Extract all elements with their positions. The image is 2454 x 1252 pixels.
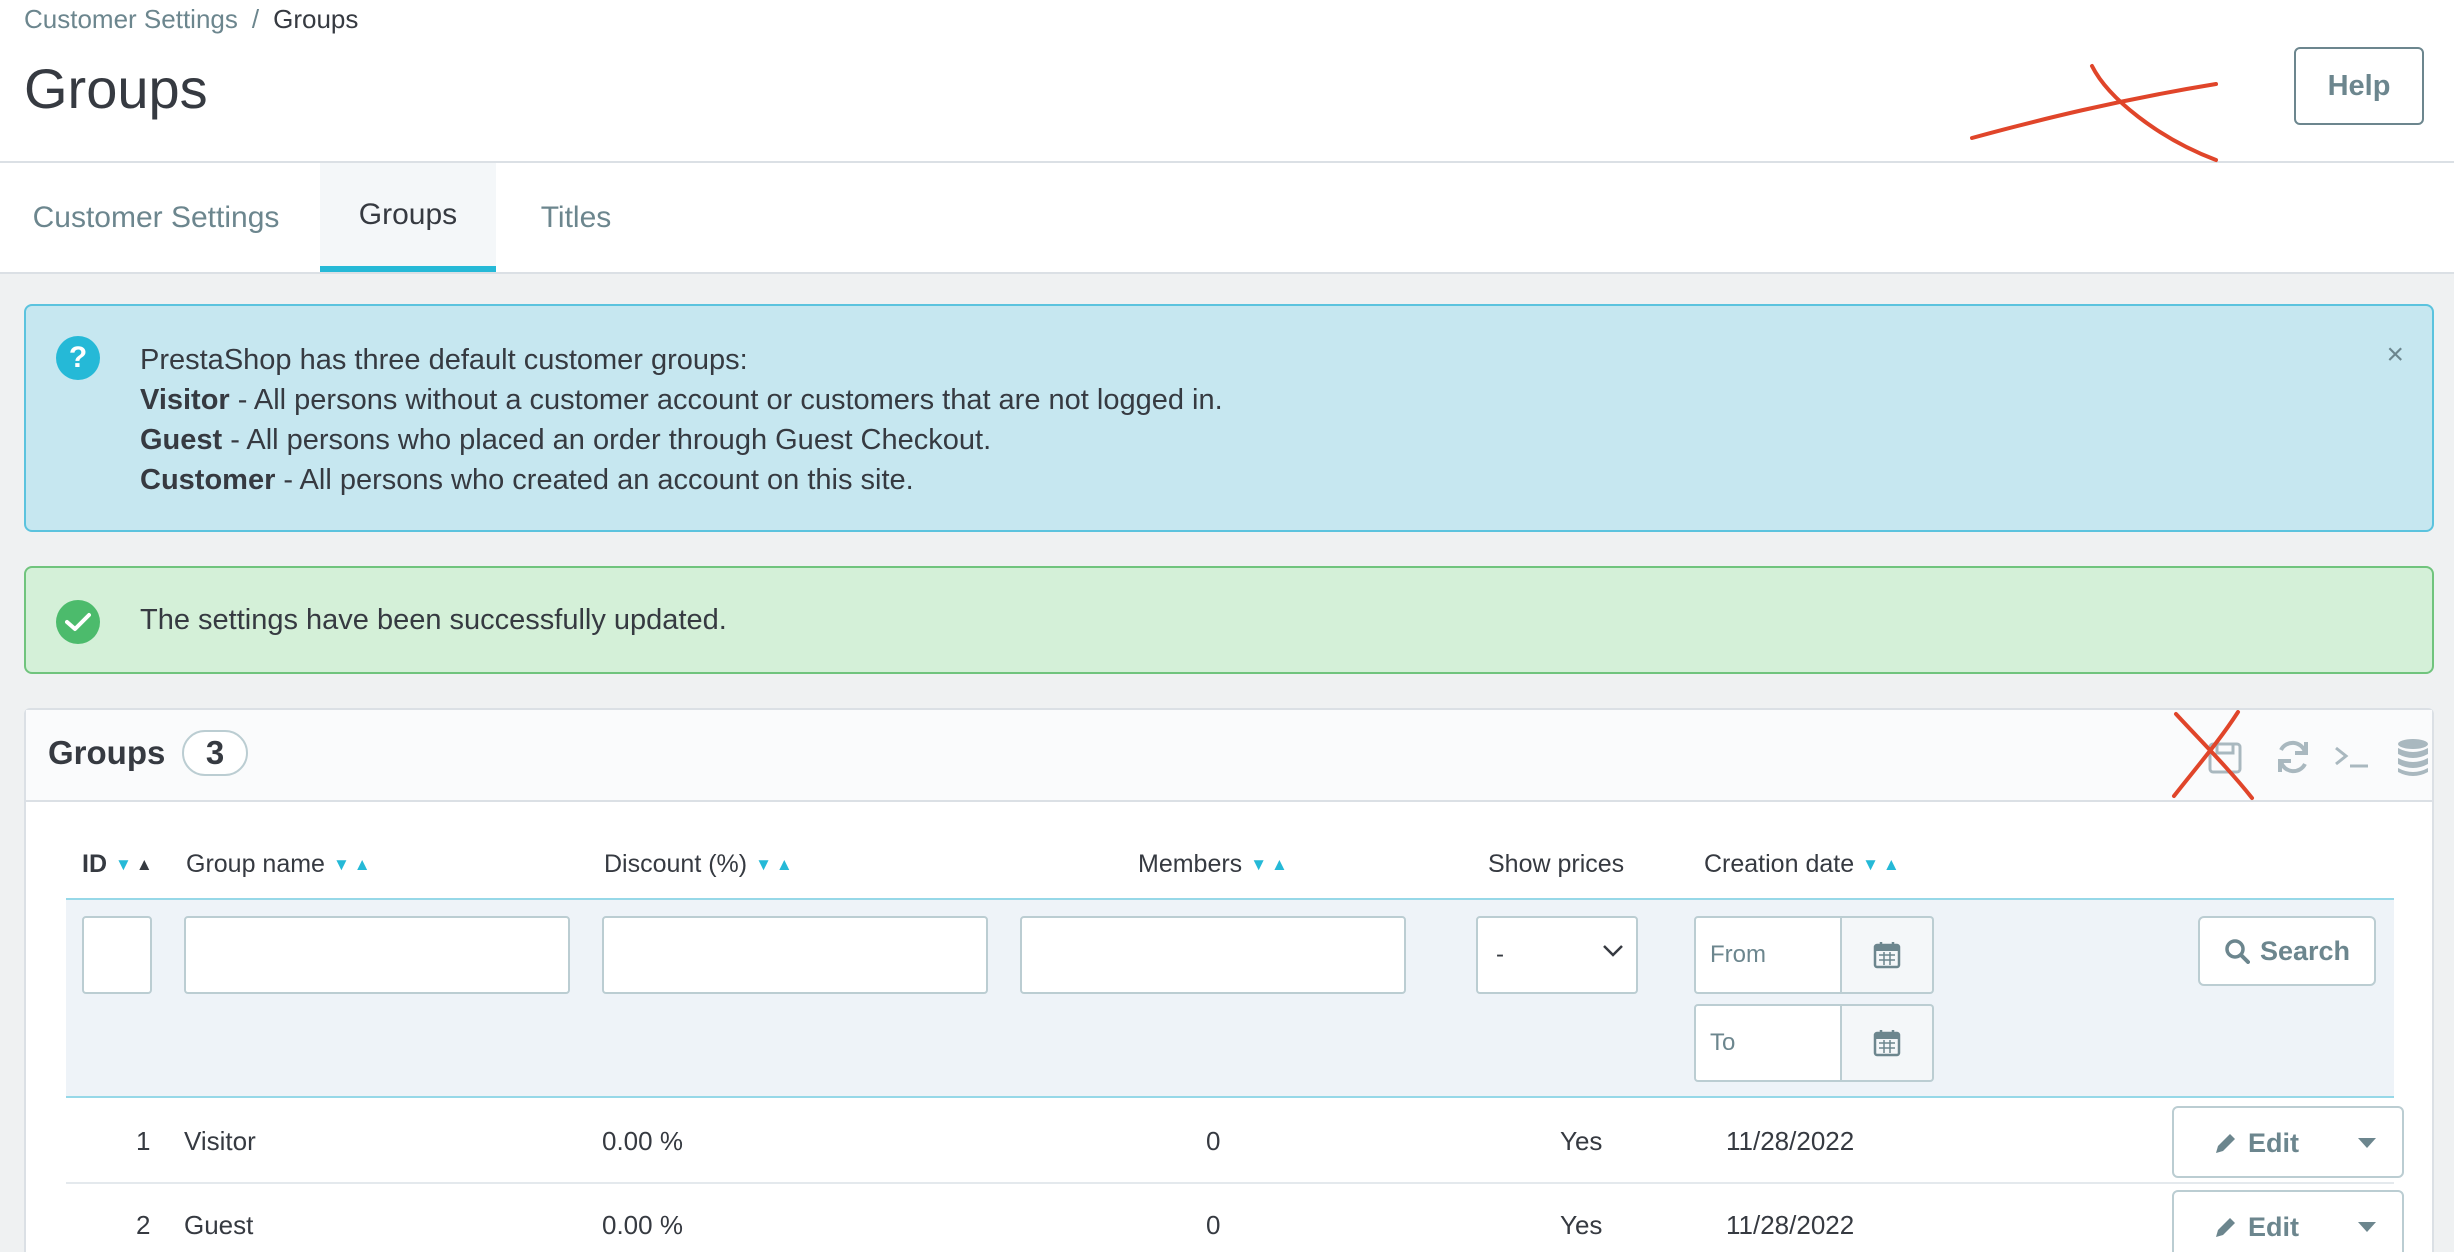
cell-id: 1 [136, 1126, 151, 1156]
group-desc-visitor: - All persons without a customer account… [229, 384, 1223, 416]
info-alert-item: Customer - All persons who created an ac… [140, 460, 1223, 500]
column-header-show-prices: Show prices [1488, 850, 1625, 878]
search-icon [2225, 939, 2250, 964]
database-icon[interactable] [2390, 734, 2436, 780]
group-name-guest: Guest [140, 424, 223, 456]
question-circle-icon: ? [56, 336, 100, 380]
tab-bar: Customer Settings Groups Titles [0, 163, 2454, 274]
cell-members: 0 [1206, 1210, 1221, 1240]
info-alert: ? PrestaShop has three default customer … [24, 304, 2434, 532]
sort-arrows-icon[interactable]: ▼▲ [755, 855, 797, 875]
group-name-visitor: Visitor [140, 384, 230, 416]
groups-panel: Groups 3 ID ▼▲ Group name ▼▲ Discount (%… [24, 708, 2434, 1252]
date-from-input[interactable]: From [1694, 916, 1842, 994]
sql-query-icon[interactable] [2330, 734, 2376, 780]
cell-creation-date: 11/28/2022 [1726, 1126, 1855, 1156]
filter-show-prices-select[interactable]: - [1476, 916, 1638, 994]
cell-discount: 0.00 % [602, 1126, 683, 1156]
table-row[interactable]: 1 Visitor 0.00 % 0 Yes 11/28/2022 Edit [66, 1100, 2404, 1184]
info-alert-text: PrestaShop has three default customer gr… [140, 340, 1223, 500]
cell-group-name: Visitor [184, 1126, 256, 1156]
help-button[interactable]: Help [2294, 47, 2424, 125]
panel-title: Groups [48, 734, 166, 771]
cell-creation-date: 11/28/2022 [1726, 1210, 1855, 1240]
group-count-badge: 3 [182, 730, 248, 776]
pencil-icon [2216, 1133, 2235, 1153]
select-value: - [1496, 941, 1504, 968]
info-alert-item: Guest - All persons who placed an order … [140, 420, 1223, 460]
close-icon[interactable]: × [2386, 338, 2404, 372]
column-header-creation-date[interactable]: Creation date ▼▲ [1704, 850, 1904, 879]
breadcrumb: Customer Settings / Groups [24, 4, 358, 35]
edit-button-label: Edit [2248, 1128, 2299, 1158]
group-desc-customer: - All persons who created an account on … [275, 464, 914, 496]
column-header-group-name[interactable]: Group name ▼▲ [186, 850, 375, 879]
cell-discount: 0.00 % [602, 1210, 683, 1240]
column-header-members[interactable]: Members ▼▲ [1138, 850, 1292, 879]
tab-customer-settings[interactable]: Customer Settings [0, 163, 312, 272]
sort-arrows-icon[interactable]: ▼▲ [1862, 855, 1904, 875]
group-desc-guest: - All persons who placed an order throug… [222, 424, 992, 456]
check-circle-icon [56, 600, 100, 644]
chevron-down-icon [1603, 945, 1623, 957]
page-title: Groups [24, 57, 208, 120]
edit-button-label: Edit [2248, 1212, 2299, 1242]
cell-group-name: Guest [184, 1210, 254, 1240]
search-button[interactable]: Search [2198, 916, 2376, 986]
panel-header: Groups 3 [26, 710, 2432, 802]
cell-show-prices: Yes [1560, 1210, 1603, 1240]
edit-button[interactable]: Edit [2172, 1106, 2404, 1178]
success-alert: The settings have been successfully upda… [24, 566, 2434, 674]
refresh-icon[interactable] [2270, 734, 2316, 780]
sort-arrows-icon[interactable]: ▼▲ [115, 855, 157, 875]
cell-id: 2 [136, 1210, 151, 1240]
column-header-discount[interactable]: Discount (%) ▼▲ [604, 850, 797, 879]
filter-members-input[interactable] [1020, 916, 1406, 994]
column-header-id[interactable]: ID ▼▲ [82, 850, 157, 879]
search-button-label: Search [2259, 935, 2351, 966]
info-alert-intro: PrestaShop has three default customer gr… [140, 344, 748, 376]
date-to-input[interactable]: To [1694, 1004, 1842, 1082]
breadcrumb-parent-link[interactable]: Customer Settings [24, 4, 238, 34]
edit-button[interactable]: Edit [2172, 1190, 2404, 1252]
group-name-customer: Customer [140, 464, 276, 496]
filter-discount-input[interactable] [602, 916, 988, 994]
tab-titles[interactable]: Titles [504, 163, 648, 272]
export-icon[interactable] [2202, 734, 2248, 780]
filter-id-input[interactable] [82, 916, 152, 994]
caret-down-icon[interactable] [2356, 1220, 2378, 1234]
calendar-icon[interactable] [1842, 1004, 1934, 1082]
filter-group-name-input[interactable] [184, 916, 570, 994]
tab-groups[interactable]: Groups [320, 163, 496, 272]
page-header: Customer Settings / Groups Groups Help [0, 0, 2454, 163]
caret-down-icon[interactable] [2356, 1136, 2378, 1150]
breadcrumb-separator: / [251, 4, 260, 34]
breadcrumb-current: Groups [273, 4, 359, 34]
cell-show-prices: Yes [1560, 1126, 1603, 1156]
info-alert-item: Visitor - All persons without a customer… [140, 380, 1223, 420]
table-row[interactable]: 2 Guest 0.00 % 0 Yes 11/28/2022 Edit [66, 1184, 2404, 1252]
sort-arrows-icon[interactable]: ▼▲ [1250, 855, 1292, 875]
cell-members: 0 [1206, 1126, 1221, 1156]
success-alert-text: The settings have been successfully upda… [140, 604, 727, 636]
red-annotation-scribble [1970, 64, 2218, 162]
sort-arrows-icon[interactable]: ▼▲ [333, 855, 375, 875]
calendar-icon[interactable] [1842, 916, 1934, 994]
pencil-icon [2216, 1217, 2235, 1237]
